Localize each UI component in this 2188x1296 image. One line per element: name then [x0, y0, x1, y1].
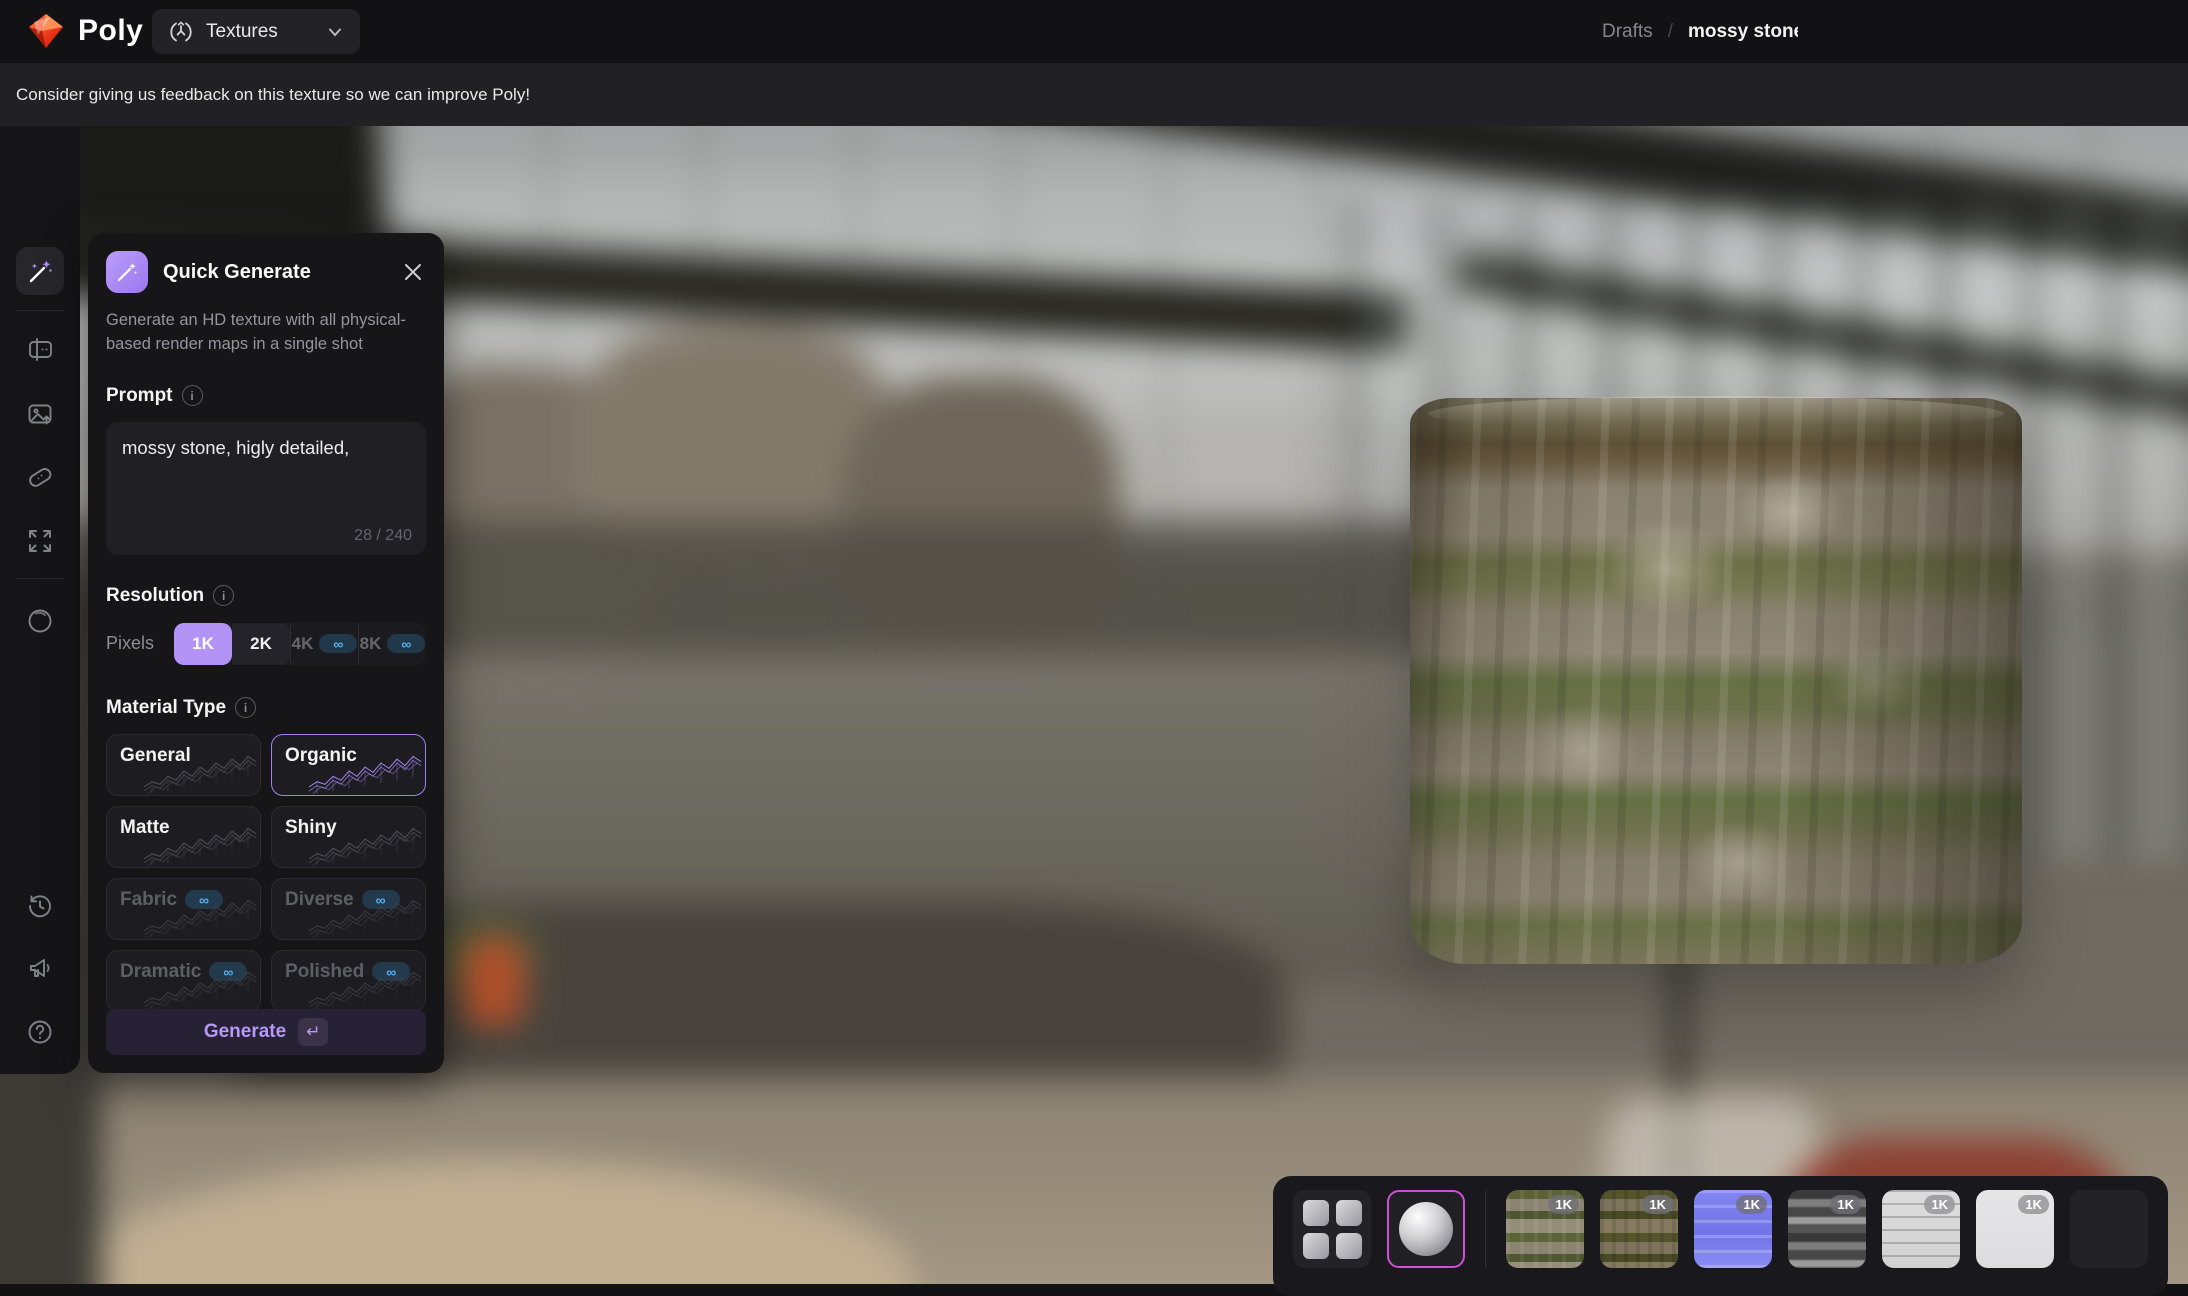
history-tool-button[interactable] [16, 882, 64, 930]
normal-map-thumb[interactable]: 1K [1694, 1190, 1772, 1268]
close-icon[interactable] [400, 259, 426, 285]
infinity-badge: ∞ [387, 634, 425, 653]
feedback-banner-text: Consider giving us feedback on this text… [16, 85, 530, 105]
textures-label: Textures [206, 21, 314, 43]
roughness-map-thumb[interactable]: 1K [1882, 1190, 1960, 1268]
history-icon [25, 891, 55, 921]
fullscreen-tool-button[interactable] [16, 517, 64, 565]
quick-generate-panel: Quick Generate Generate an HD texture wi… [88, 233, 444, 1073]
fullscreen-icon [25, 526, 55, 556]
top-bar: Poly Textures Drafts / mossy stone, hig [0, 0, 2188, 63]
toolbar-divider [16, 310, 64, 311]
resolution-4k-button[interactable]: 4K ∞ [291, 623, 358, 665]
panel-title: Quick Generate [163, 261, 385, 284]
sphere-icon [25, 606, 55, 636]
help-tool-button[interactable] [16, 1008, 64, 1056]
resolution-label: Resolutioni [106, 585, 426, 607]
magic-wand-icon [25, 256, 55, 286]
image-upload-tool-button[interactable] [16, 390, 64, 438]
height-map-thumb[interactable]: 1K [1788, 1190, 1866, 1268]
material-card-diverse[interactable]: Diverse ∞ [271, 878, 426, 940]
breadcrumb-drafts[interactable]: Drafts [1602, 21, 1653, 43]
resolution-2k-button[interactable]: 2K [232, 623, 290, 665]
pill-icon [25, 462, 55, 492]
resolution-1k-button[interactable]: 1K [174, 623, 232, 665]
empty-map-slot [2070, 1190, 2148, 1268]
material-card-shiny[interactable]: Shiny [271, 806, 426, 868]
info-icon[interactable]: i [213, 585, 234, 606]
logo-text: Poly [78, 14, 143, 48]
thumbbar-divider [1485, 1190, 1486, 1268]
image-upload-icon [25, 399, 55, 429]
resolution-segmented-control: 1K 2K 4K ∞ 8K ∞ [174, 623, 426, 665]
material-card-fabric[interactable]: Fabric ∞ [106, 878, 261, 940]
return-key-icon: ↵ [298, 1018, 328, 1046]
resolution-8k-button[interactable]: 8K ∞ [359, 623, 426, 665]
toolbar-divider [16, 578, 64, 579]
textures-3d-icon [168, 19, 194, 45]
announcements-tool-button[interactable] [16, 944, 64, 992]
resolution-badge: 1K [1924, 1195, 1955, 1214]
resolution-badge: 1K [1642, 1195, 1673, 1214]
poly-logo-icon [28, 13, 64, 49]
material-card-polished[interactable]: Polished ∞ [271, 950, 426, 1012]
char-counter: 28 / 240 [354, 527, 412, 545]
material-card-matte[interactable]: Matte [106, 806, 261, 868]
texture-preview-cylinder[interactable] [1410, 398, 2022, 964]
info-icon[interactable]: i [235, 697, 256, 718]
pixels-label: Pixels [106, 633, 154, 654]
resolution-badge: 1K [1830, 1195, 1861, 1214]
left-toolbar [0, 126, 80, 1074]
generate-button[interactable]: Generate ↵ [106, 1009, 426, 1055]
ambient-occlusion-map-thumb[interactable]: 1K [1976, 1190, 2054, 1268]
infinity-badge: ∞ [319, 634, 357, 653]
quick-generate-tool-button[interactable] [16, 247, 64, 295]
material-card-organic[interactable]: Organic [271, 734, 426, 796]
resolution-badge: 1K [1736, 1195, 1767, 1214]
info-icon[interactable]: i [182, 385, 203, 406]
feedback-banner: Consider giving us feedback on this text… [0, 63, 2188, 126]
material-card-dramatic[interactable]: Dramatic ∞ [106, 950, 261, 1012]
panel-subtitle: Generate an HD texture with all physical… [106, 309, 406, 357]
quick-generate-icon [106, 251, 148, 293]
sphere-preview-ball [1399, 1202, 1453, 1256]
breadcrumb-separator: / [1668, 21, 1673, 43]
material-type-label: Material Typei [106, 697, 426, 719]
sphere-view-tool-button[interactable] [16, 597, 64, 645]
material-pill-tool-button[interactable] [16, 453, 64, 501]
compare-icon [25, 334, 55, 364]
breadcrumb: Drafts / mossy stone, hig [1602, 0, 1798, 63]
albedo-map-thumb[interactable]: 1K [1506, 1190, 1584, 1268]
sphere-preview-button[interactable] [1387, 1190, 1465, 1268]
material-type-grid: General Organic Matte Shiny Fabric ∞ [106, 734, 426, 1012]
grid-view-button[interactable] [1293, 1190, 1371, 1268]
prompt-label: Prompti [106, 385, 426, 407]
map-thumbnail-bar: 1K 1K 1K 1K 1K 1K [1273, 1176, 2168, 1296]
resolution-badge: 1K [2018, 1195, 2049, 1214]
prompt-box: mossy stone, higly detailed, 28 / 240 [106, 422, 426, 555]
poly-logo[interactable]: Poly [28, 13, 143, 49]
question-icon [25, 1017, 55, 1047]
megaphone-icon [25, 953, 55, 983]
resolution-badge: 1K [1548, 1195, 1579, 1214]
textures-dropdown[interactable]: Textures [152, 9, 360, 54]
chevron-down-icon [326, 23, 344, 41]
compare-tool-button[interactable] [16, 325, 64, 373]
material-card-general[interactable]: General [106, 734, 261, 796]
breadcrumb-title[interactable]: mossy stone, hig [1688, 21, 1798, 43]
albedo-2-map-thumb[interactable]: 1K [1600, 1190, 1678, 1268]
